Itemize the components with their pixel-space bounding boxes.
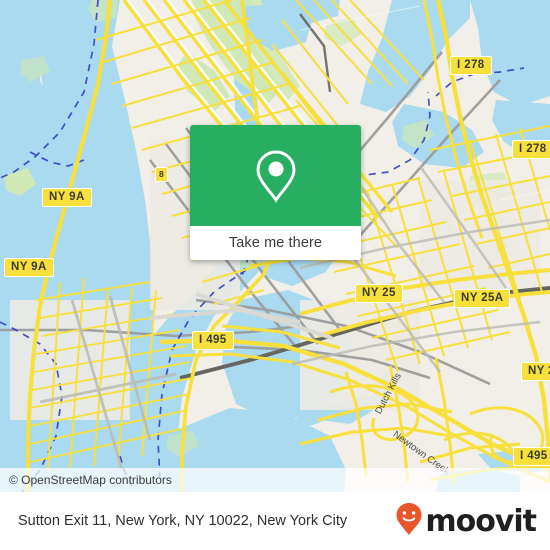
map-pin-icon bbox=[254, 149, 298, 203]
shield-i-495-west[interactable]: I 495 bbox=[192, 331, 234, 350]
shield-i-495-east[interactable]: I 495 bbox=[513, 447, 550, 466]
attribution-text[interactable]: © OpenStreetMap contributors bbox=[9, 473, 172, 487]
footer-bar: Sutton Exit 11, New York, NY 10022, New … bbox=[0, 492, 550, 550]
brand-name: moovit bbox=[425, 503, 537, 539]
shield-ny-25a[interactable]: NY 25A bbox=[454, 289, 511, 308]
shield-route-8[interactable]: 8 bbox=[155, 167, 168, 182]
map-attribution-bar: © OpenStreetMap contributors bbox=[0, 468, 550, 492]
map-canvas[interactable]: I 278 I 278 NY 9A NY 9A 8 I 495 NY 25 NY… bbox=[0, 0, 550, 492]
shield-i-278-north[interactable]: I 278 bbox=[450, 56, 492, 75]
shield-ny-2[interactable]: NY 2 bbox=[521, 362, 550, 381]
map-screenshot: I 278 I 278 NY 9A NY 9A 8 I 495 NY 25 NY… bbox=[0, 0, 550, 550]
shield-ny-9a-lower[interactable]: NY 9A bbox=[4, 258, 54, 277]
address-label: Sutton Exit 11, New York, NY 10022, New … bbox=[18, 513, 348, 529]
card-header bbox=[190, 125, 361, 226]
shield-i-278-east[interactable]: I 278 bbox=[512, 140, 550, 159]
take-me-there-button[interactable]: Take me there bbox=[190, 226, 361, 260]
shield-ny-9a-upper[interactable]: NY 9A bbox=[42, 188, 92, 207]
location-popup-card[interactable]: Take me there bbox=[190, 125, 361, 260]
shield-ny-25[interactable]: NY 25 bbox=[355, 284, 403, 303]
moovit-smiley-pin-icon bbox=[395, 502, 423, 541]
brand-logo[interactable]: moovit bbox=[395, 502, 537, 541]
